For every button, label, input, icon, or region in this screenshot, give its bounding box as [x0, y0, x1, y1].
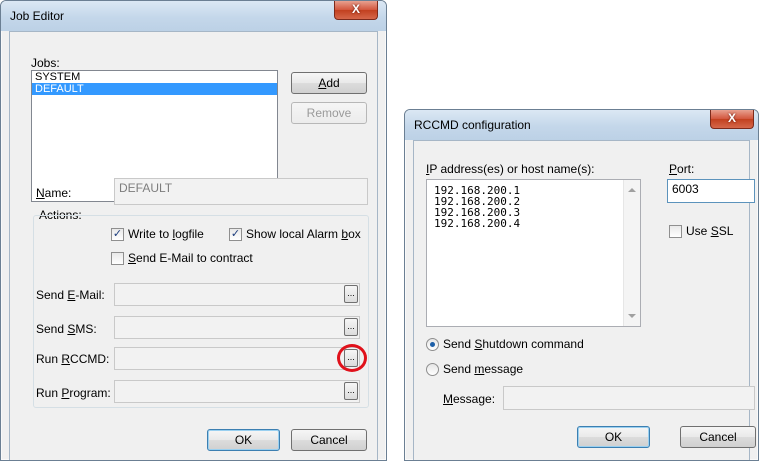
write-logfile-label: Write to logfile — [128, 227, 204, 241]
ip-addresses-label: IP address(es) or host name(s): — [426, 162, 595, 176]
send-shutdown-label: Send Shutdown command — [443, 337, 584, 351]
jobs-list-item[interactable]: DEFAULT — [32, 83, 277, 95]
message-label: Message: — [443, 392, 496, 406]
ip-addresses-textarea[interactable]: 192.168.200.1 192.168.200.2 192.168.200.3 1… — [426, 179, 641, 327]
rccmd-close-button[interactable]: X — [710, 110, 754, 129]
job-editor-window: Job Editor X Jobs: SYSTEM DEFAULT Add Rem… — [0, 0, 387, 461]
remove-job-button[interactable]: Remove — [291, 102, 367, 124]
check-icon: ✓ — [112, 228, 123, 240]
use-ssl-label: Use SSL — [686, 224, 734, 238]
run-program-label: Run Program: — [36, 386, 111, 400]
send-email-contract-checkbox[interactable] — [111, 252, 124, 265]
close-icon: X — [351, 2, 360, 16]
rccmd-config-window: RCCMD configuration X IP address(es) or … — [404, 109, 759, 461]
job-editor-title: Job Editor — [10, 9, 65, 23]
port-label: Port: — [669, 162, 695, 176]
annotation-circle — [337, 344, 367, 372]
name-field[interactable]: DEFAULT — [114, 178, 368, 205]
send-shutdown-radio[interactable] — [426, 338, 439, 351]
send-email-contract-label: Send E-Mail to contract — [128, 251, 253, 265]
send-message-label: Send message — [443, 362, 524, 376]
close-icon: X — [727, 111, 736, 125]
message-field[interactable] — [503, 386, 755, 410]
job-editor-cancel-button[interactable]: Cancel — [291, 429, 367, 451]
send-sms-field[interactable] — [114, 316, 360, 339]
send-sms-label: Send SMS: — [36, 322, 97, 336]
scroll-up-icon[interactable] — [628, 188, 636, 192]
run-rccmd-label: Run RCCMD: — [36, 352, 110, 366]
run-rccmd-field[interactable] — [114, 347, 360, 370]
jobs-label: Jobs: — [31, 56, 60, 70]
jobs-list-item[interactable]: SYSTEM — [32, 71, 277, 83]
add-job-button[interactable]: Add — [291, 72, 367, 94]
rccmd-client: IP address(es) or host name(s): Port: 19… — [413, 140, 756, 460]
ip-address-line: 192.168.200.4 — [434, 217, 521, 230]
port-field[interactable]: 6003 — [667, 179, 755, 203]
send-email-label: Send E-Mail: — [36, 288, 105, 302]
job-editor-client: Jobs: SYSTEM DEFAULT Add Remove Name: DEF… — [9, 31, 378, 460]
rccmd-cancel-button[interactable]: Cancel — [680, 426, 756, 448]
job-editor-close-button[interactable]: X — [334, 1, 378, 20]
send-sms-browse-button[interactable]: ... — [344, 318, 358, 336]
name-label: Name: — [36, 186, 72, 200]
use-ssl-checkbox[interactable] — [669, 225, 682, 238]
job-editor-titlebar[interactable]: Job Editor X — [1, 1, 386, 31]
check-icon: ✓ — [230, 228, 241, 240]
run-program-browse-button[interactable]: ... — [344, 382, 358, 400]
job-editor-ok-button[interactable]: OK — [207, 429, 280, 451]
send-email-browse-button[interactable]: ... — [344, 285, 358, 303]
send-email-field[interactable] — [114, 283, 360, 306]
run-program-field[interactable] — [114, 380, 360, 403]
rccmd-ok-button[interactable]: OK — [577, 426, 650, 448]
write-logfile-checkbox[interactable]: ✓ — [111, 228, 124, 241]
rccmd-titlebar[interactable]: RCCMD configuration X — [405, 110, 758, 140]
scroll-down-icon[interactable] — [628, 314, 636, 318]
rccmd-title: RCCMD configuration — [414, 118, 531, 132]
show-alarm-box-label: Show local Alarm box — [246, 227, 361, 241]
show-alarm-box-checkbox[interactable]: ✓ — [229, 228, 242, 241]
send-message-radio[interactable] — [426, 363, 439, 376]
ip-scrollbar[interactable] — [623, 180, 640, 326]
